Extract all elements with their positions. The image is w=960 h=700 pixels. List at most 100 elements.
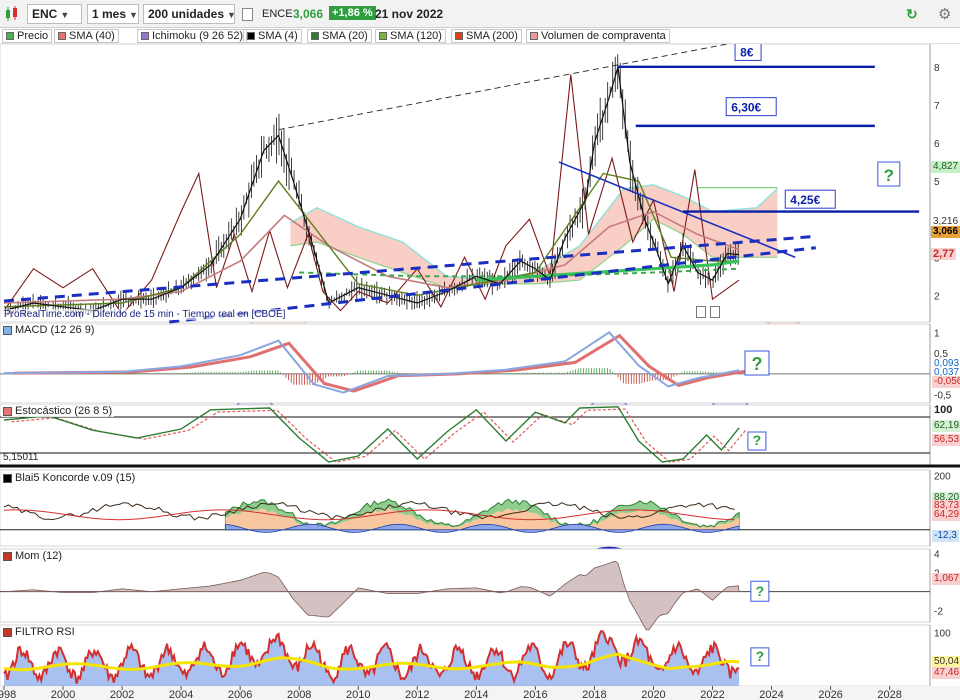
- x-tick-label: 2010: [346, 689, 370, 700]
- y-tick-label: 4: [934, 550, 940, 561]
- x-tick-label: 2028: [877, 689, 901, 700]
- y-tick-label: 6: [934, 139, 940, 150]
- panel-title-text: Estocástico (26 8 5): [15, 405, 113, 417]
- legend-swatch: [247, 32, 255, 40]
- legend-swatch: [455, 32, 463, 40]
- notes-icon[interactable]: [710, 306, 720, 318]
- panel-frame: [0, 469, 931, 547]
- x-tick-label: 2002: [110, 689, 134, 700]
- x-tick-label: 2006: [228, 689, 252, 700]
- x-tick-label: 2026: [818, 689, 842, 700]
- panel-swatch: [3, 326, 12, 335]
- legend-swatch: [6, 32, 14, 40]
- legend-swatch: [311, 32, 319, 40]
- panel-swatch: [3, 552, 12, 561]
- question-mark: ?: [884, 166, 894, 185]
- target-label: 6,30€: [731, 101, 761, 115]
- question-mark: ?: [756, 583, 765, 599]
- panel-frame: [0, 323, 931, 404]
- x-tick-label: 2014: [464, 689, 488, 700]
- legend-item-sma4[interactable]: SMA (4): [243, 29, 302, 43]
- units-label: 200 unidades: [148, 7, 225, 21]
- legend-swatch: [141, 32, 149, 40]
- panel-title-text: Mom (12): [15, 550, 63, 562]
- last-price: 3,066: [293, 7, 324, 21]
- notes-icon[interactable]: [242, 8, 253, 21]
- legend-item-sma200[interactable]: SMA (200): [451, 29, 522, 43]
- units-selector[interactable]: 200 unidades▼: [143, 4, 235, 24]
- y-tick-label: 8: [934, 63, 940, 74]
- target-label: 4,25€: [790, 193, 820, 207]
- legend-label: Volumen de compraventa: [541, 30, 666, 42]
- x-tick-label: 2008: [287, 689, 311, 700]
- macd-value-3: -0,056: [932, 376, 960, 388]
- panel-title-text: Blai5 Koncorde v.09 (15): [15, 472, 136, 484]
- x-tick-label: 2012: [405, 689, 429, 700]
- panel-swatch: [3, 407, 12, 416]
- koncorde-value-4: -12,3: [932, 530, 959, 542]
- y-tick-label: 1: [934, 328, 940, 339]
- period-selector[interactable]: 1 mes ▼: [87, 4, 139, 24]
- legend-label: SMA (200): [466, 30, 518, 42]
- panel-title-koncorde: Blai5 Koncorde v.09 (15): [1, 472, 138, 484]
- chart-window: ENC▼ 1 mes▼ 200 unidades▼ ENCE 3,066 +1,…: [0, 0, 960, 700]
- x-tick-label: 2018: [582, 689, 606, 700]
- x-tick-label: 2000: [51, 689, 75, 700]
- panel-title-mom: Mom (12): [1, 550, 65, 562]
- chevron-down-icon: ▼: [227, 10, 234, 20]
- chart-canvas[interactable]: 234567810,5-0,510020010042-2100199820002…: [0, 44, 960, 700]
- data-source-footer: ProRealTime.com - Diferido de 15 min - T…: [4, 309, 286, 320]
- panel-title-rsi: FILTRO RSI: [1, 626, 77, 638]
- legend-item-volume[interactable]: Volumen de compraventa: [526, 29, 670, 43]
- refresh-icon[interactable]: ↻: [906, 6, 918, 23]
- legend-swatch: [58, 32, 66, 40]
- stoch-value-1: 62,19: [932, 420, 960, 432]
- mom-value: 1,067: [932, 573, 960, 585]
- notes-icon[interactable]: [696, 306, 706, 318]
- panel-swatch: [3, 628, 12, 637]
- x-tick-label: 2016: [523, 689, 547, 700]
- stochastic-extra-label: 5,15011: [3, 452, 39, 463]
- y-tick-label: 100: [934, 404, 952, 416]
- symbol-selector[interactable]: ENC ▼: [27, 4, 82, 24]
- price-label-low: 2,77: [931, 248, 957, 260]
- legend-label: Precio: [17, 30, 49, 42]
- panel-title-stochastic: Estocástico (26 8 5): [1, 405, 115, 417]
- legend-label: SMA (4): [258, 30, 298, 42]
- legend-item-price[interactable]: Precio: [2, 29, 53, 43]
- y-tick-label: -2: [934, 607, 943, 618]
- legend-label: SMA (20): [322, 30, 368, 42]
- legend-item-sma40[interactable]: SMA (40): [54, 29, 119, 43]
- y-tick-label: 7: [934, 101, 940, 112]
- x-tick-label: 2004: [169, 689, 193, 700]
- price-label-high: 4,827: [931, 161, 960, 173]
- question-mark: ?: [751, 354, 762, 374]
- chevron-down-icon: ▼: [129, 10, 138, 20]
- gear-icon[interactable]: ⚙: [938, 5, 951, 23]
- period-label: 1 mes: [92, 7, 127, 21]
- x-tick-label: 2022: [700, 689, 724, 700]
- legend-item-sma120[interactable]: SMA (120): [375, 29, 446, 43]
- question-mark: ?: [756, 648, 765, 664]
- koncorde-value-3: 64,29: [932, 509, 960, 521]
- panel-frame: [0, 548, 931, 623]
- panel-swatch: [3, 474, 12, 483]
- y-tick-label: 5: [934, 177, 940, 188]
- quote-date: 21 nov 2022: [375, 7, 444, 21]
- chevron-down-icon: ▼: [60, 10, 70, 20]
- legend-item-sma20[interactable]: SMA (20): [307, 29, 372, 43]
- stoch-value-2: 56,53: [932, 434, 960, 446]
- candlestick-icon[interactable]: [3, 5, 21, 23]
- ticker-name: ENCE: [262, 8, 293, 20]
- legend-swatch: [379, 32, 387, 40]
- price-label-last: 3,066: [931, 226, 960, 238]
- legend-swatch: [530, 32, 538, 40]
- panel-title-text: FILTRO RSI: [15, 626, 75, 638]
- y-tick-label: -0,5: [934, 391, 952, 402]
- rsi-value-2: 47,46: [932, 667, 960, 679]
- legend-item-ichimoku[interactable]: Ichimoku (9 26 52): [137, 29, 248, 43]
- panel-frame: [0, 404, 931, 466]
- legend-label: Ichimoku (9 26 52): [152, 30, 244, 42]
- target-label: 8€: [740, 45, 754, 59]
- question-mark: ?: [753, 432, 762, 448]
